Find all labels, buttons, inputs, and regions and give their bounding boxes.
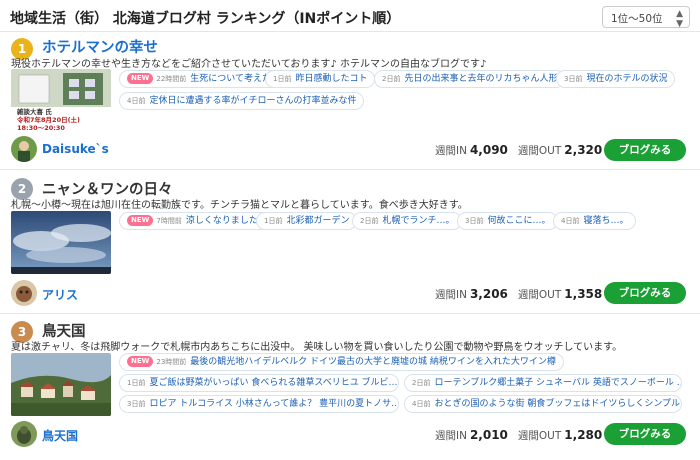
recent-entries: NEW 7時間前 涼しくなりました。 1日前 北彩都ガーデン 2日前 札幌でランチ…。 …: [119, 212, 690, 232]
entry-chip[interactable]: 1日前 北彩都ガーデン: [256, 212, 358, 230]
weekly-stats: 週間IN 3,206 週間OUT 1,358: [435, 287, 603, 301]
recent-entries: NEW 22時間前 生死について考えた朝 1日前 昨日感動したコト 2日前 先日の出来事…: [119, 70, 690, 110]
weekly-stats: 週間IN 4,090 週間OUT 2,320: [435, 143, 603, 157]
ranking-card-3: 3 鳥天国 夏は激チャリ、冬は飛脚ウォークで札幌市内あちこちに出没中。 美味しい…: [0, 313, 700, 460]
entry-chip[interactable]: NEW 22時間前 生死について考えた朝: [119, 70, 289, 88]
entry-chip[interactable]: NEW 7時間前 涼しくなりました。: [119, 212, 275, 230]
ranking-card-1: 1 ホテルマンの幸せ 現役ホテルマンの幸せや生き方などをご紹介させていただいてお…: [0, 33, 700, 165]
entry-chip[interactable]: 3日前 何故ここに…。: [457, 212, 559, 230]
blog-thumbnail[interactable]: [11, 211, 111, 274]
entry-chip[interactable]: 1日前 昨日感動したコト: [265, 70, 376, 88]
blog-thumbnail[interactable]: [11, 353, 111, 416]
entry-chip[interactable]: 2日前 ローテンブルク郷土菓子 シュネーバル 英語でスノーボール …: [404, 374, 682, 392]
blogger-avatar[interactable]: [11, 136, 37, 162]
rank-range-value: 1位〜50位: [611, 13, 663, 25]
entry-chip[interactable]: 3日前 現在のホテルの状況: [556, 70, 676, 88]
blogger-name[interactable]: アリス: [42, 286, 78, 303]
rank-range-select[interactable]: 1位〜50位 ▲ ▼: [602, 6, 690, 29]
blog-thumbnail[interactable]: 雑談大喜 氏 令和7年8月20日(土) 18:30〜20:30: [11, 69, 111, 132]
view-blog-button[interactable]: ブログみる: [604, 423, 686, 445]
blog-title[interactable]: ホテルマンの幸せ: [42, 36, 158, 57]
blogger-avatar[interactable]: [11, 421, 37, 447]
recent-entries: NEW 23時間前 最後の観光地ハイデルベルク ドイツ最古の大学と廃墟の城 納税ワイ…: [119, 353, 690, 413]
entry-chip[interactable]: NEW 23時間前 最後の観光地ハイデルベルク ドイツ最古の大学と廃墟の城 納税ワイ…: [119, 353, 564, 371]
blogger-avatar[interactable]: [11, 280, 37, 306]
ranking-card-2: 2 ニャン＆ワンの日々 札幌〜小樽〜現在は旭川在住の転勤族です。チンチラ猫とマル…: [0, 169, 700, 309]
blog-description: 札幌〜小樽〜現在は旭川在住の転勤族です。チンチラ猫とマルと暮らしています。食べ歩…: [11, 200, 468, 211]
updown-chevron-icon: ▲ ▼: [676, 9, 683, 29]
blog-description: 現役ホテルマンの幸せや生き方などをご紹介させていただいております♪ ホテルマンの…: [11, 59, 487, 70]
view-blog-button[interactable]: ブログみる: [604, 139, 686, 161]
entry-chip[interactable]: 4日前 寝落ち…。: [553, 212, 637, 230]
view-blog-button[interactable]: ブログみる: [604, 282, 686, 304]
entry-chip[interactable]: 2日前 先日の出来事と去年のリカちゃん人形: [374, 70, 566, 88]
weekly-stats: 週間IN 2,010 週間OUT 1,280: [435, 428, 603, 442]
entry-chip[interactable]: 3日前 ロピア トルコライス 小林さんって誰よ？ 豊平川の夏トノサ…: [119, 395, 399, 413]
blogger-name[interactable]: 鳥天国: [42, 427, 78, 444]
entry-chip[interactable]: 1日前 夏ご飯は野菜がいっぱい 食べられる雑草スベリヒユ ブルビ…: [119, 374, 399, 392]
entry-chip[interactable]: 4日前 おとぎの国のような街 朝食ブッフェはドイツらしくシンプル…: [404, 395, 682, 413]
blog-description: 夏は激チャリ、冬は飛脚ウォークで札幌市内あちこちに出没中。 美味しい物を買い食い…: [11, 342, 623, 353]
ranking-header: 地域生活（街） 北海道ブログ村 ランキング（INポイント順） 1位〜50位 ▲ ▼: [0, 0, 700, 32]
entry-chip[interactable]: 2日前 札幌でランチ…。: [352, 212, 463, 230]
entry-chip[interactable]: 4日前 定休日に遭遇する率がイチローさんの打率並みな件: [119, 92, 365, 110]
blogger-name[interactable]: Daisuke`s: [42, 142, 109, 156]
page-title: 地域生活（街） 北海道ブログ村 ランキング（INポイント順）: [10, 11, 401, 27]
thumbnail-caption: 雑談大喜 氏 令和7年8月20日(土) 18:30〜20:30: [17, 108, 81, 132]
